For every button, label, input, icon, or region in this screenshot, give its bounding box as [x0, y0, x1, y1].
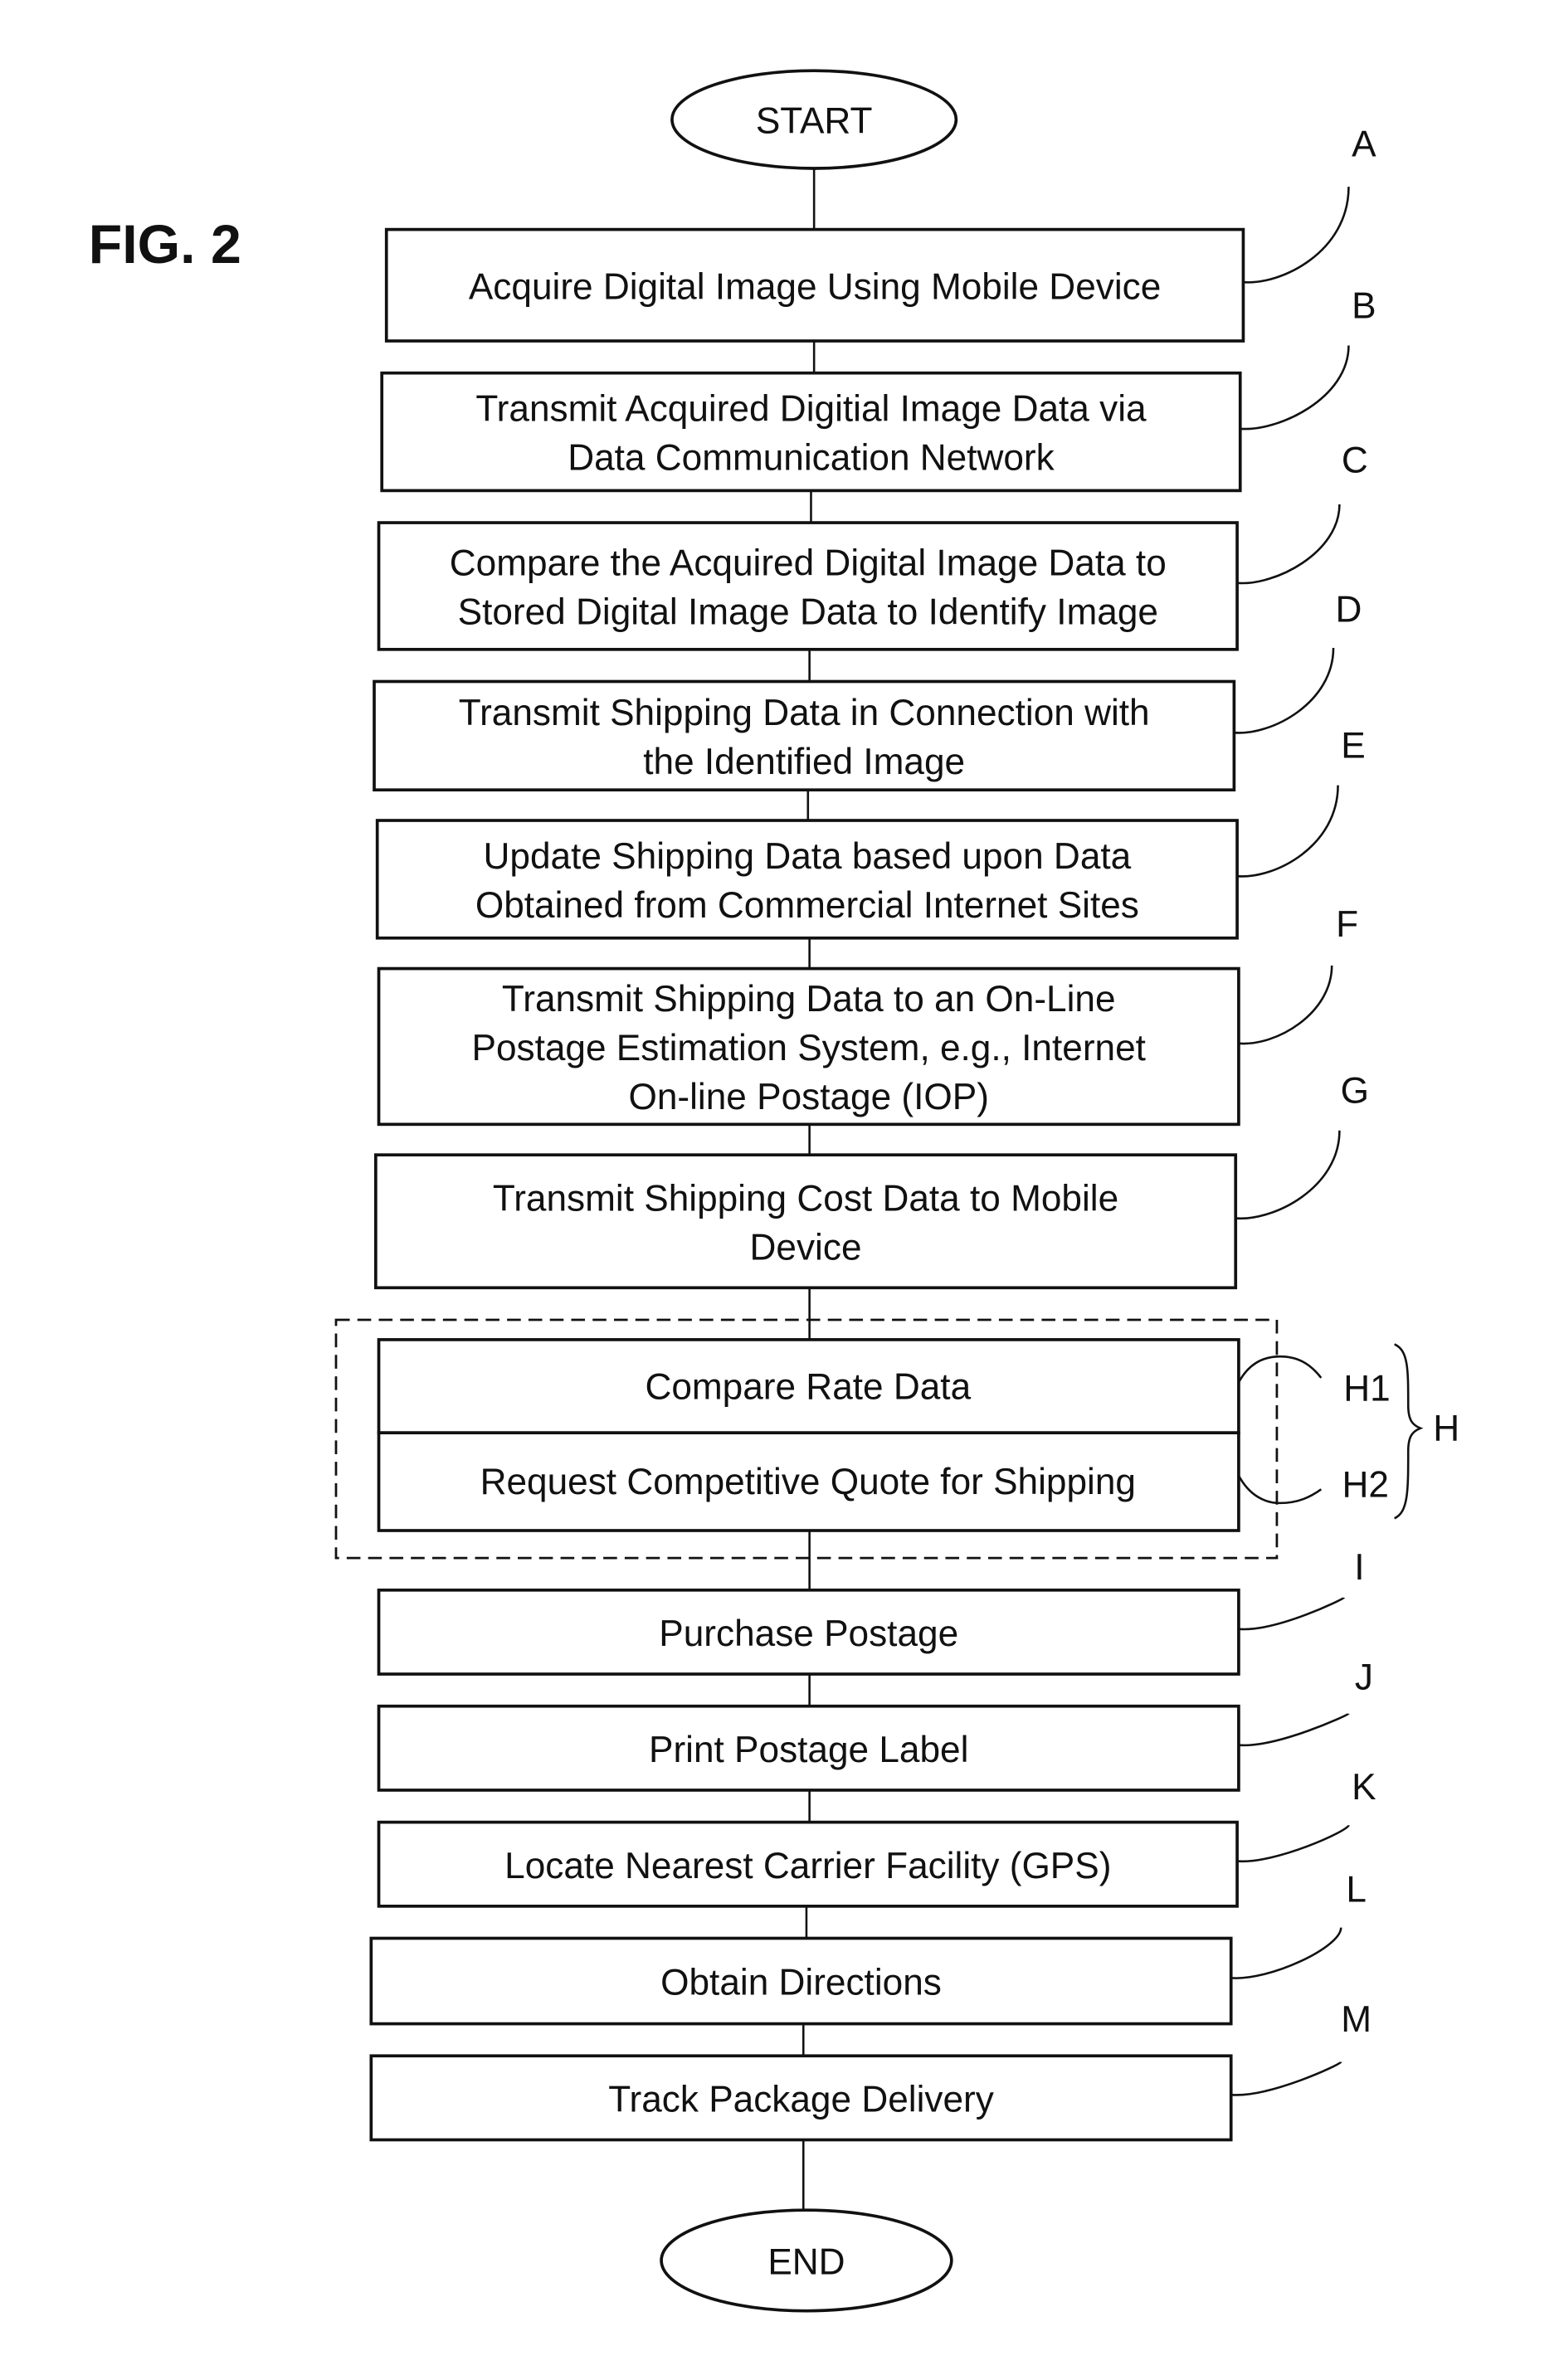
ref-label-j: J [1355, 1657, 1373, 1697]
ref-label-a: A [1352, 124, 1376, 164]
leader-line-b [1240, 345, 1350, 431]
ref-label-e: E [1341, 726, 1365, 767]
step-text-f-line-3: On-line Postage (IOP) [629, 1077, 989, 1117]
step-box-g [374, 1153, 1238, 1290]
step-group-h: Compare Rate Data Request Competitive Qu… [334, 1318, 1459, 1560]
start-label: START [756, 101, 873, 142]
ref-label-b: B [1352, 285, 1376, 326]
leader-line-h2 [1237, 1475, 1323, 1505]
leader-line-c [1236, 504, 1341, 585]
end-label: END [767, 2241, 845, 2282]
process-steps: Acquire Digital Image Using Mobile Devic… [369, 124, 1376, 2142]
leader-line-g [1235, 1130, 1341, 1219]
step-text-g-line-2: Device [750, 1227, 862, 1268]
step-text-b-line-1: Transmit Acquired Digitial Image Data vi… [475, 389, 1147, 430]
step-text-a-line-1: Acquire Digital Image Using Mobile Devic… [469, 266, 1161, 307]
ref-label-k: K [1352, 1767, 1376, 1808]
leader-line-k [1236, 1824, 1350, 1862]
leader-line-d [1234, 648, 1335, 734]
step-text-k-line-1: Locate Nearest Carrier Facility (GPS) [504, 1846, 1111, 1886]
ref-label-h1: H1 [1343, 1369, 1390, 1409]
ref-label-d: D [1335, 590, 1362, 630]
leader-line-a [1243, 187, 1350, 284]
step-text-e-line-1: Update Shipping Data based upon Data [484, 836, 1132, 877]
step-text-i-line-1: Purchase Postage [659, 1613, 958, 1654]
step-text-b-line-2: Data Communication Network [568, 438, 1055, 479]
step-text-e-line-2: Obtained from Commercial Internet Sites [475, 885, 1139, 926]
figure-label: FIG. 2 [89, 214, 241, 275]
leader-line-i [1238, 1596, 1346, 1631]
ref-label-f: F [1336, 904, 1358, 945]
step-text-d-line-1: Transmit Shipping Data in Connection wit… [459, 693, 1150, 733]
ref-label-m: M [1341, 1999, 1372, 2040]
leader-line-h1 [1237, 1355, 1323, 1384]
step-text-d-line-2: the Identified Image [643, 742, 965, 782]
step-i: Purchase Postage I [377, 1547, 1364, 1676]
start-terminal: START [670, 69, 958, 170]
step-text-f-line-1: Transmit Shipping Data to an On-Line [502, 979, 1116, 1020]
leader-line-e [1236, 785, 1339, 878]
step-text-m-line-1: Track Package Delivery [608, 2079, 994, 2120]
step-text-c-line-2: Stored Digital Image Data to Identify Im… [458, 591, 1158, 632]
flowchart-diagram: FIG. 2 START Acquire Digital Image Using… [89, 69, 1459, 2313]
ref-label-l: L [1346, 1869, 1367, 1910]
ref-label-g: G [1341, 1071, 1369, 1112]
step-j: Print Postage Label J [377, 1657, 1373, 1792]
step-text-g-line-1: Transmit Shipping Cost Data to Mobile [493, 1178, 1118, 1219]
step-text-f-line-2: Postage Estimation System, e.g., Interne… [472, 1028, 1146, 1068]
leader-line-f [1238, 965, 1333, 1045]
leader-line-m [1230, 2061, 1342, 2096]
step-text-c-line-1: Compare the Acquired Digital Image Data … [450, 543, 1167, 584]
step-text-h2: Request Competitive Quote for Shipping [480, 1462, 1136, 1502]
ref-label-i: I [1354, 1547, 1364, 1588]
step-text-h1: Compare Rate Data [645, 1367, 971, 1408]
ref-label-h2: H2 [1342, 1465, 1388, 1506]
ref-label-h: H [1433, 1408, 1459, 1448]
leader-line-l [1230, 1927, 1342, 1979]
brace-h [1394, 1343, 1424, 1520]
end-terminal: END [660, 2208, 953, 2313]
leader-line-j [1238, 1712, 1350, 1746]
ref-label-c: C [1342, 440, 1368, 480]
step-text-l-line-1: Obtain Directions [660, 1963, 942, 2003]
step-text-j-line-1: Print Postage Label [649, 1730, 968, 1770]
